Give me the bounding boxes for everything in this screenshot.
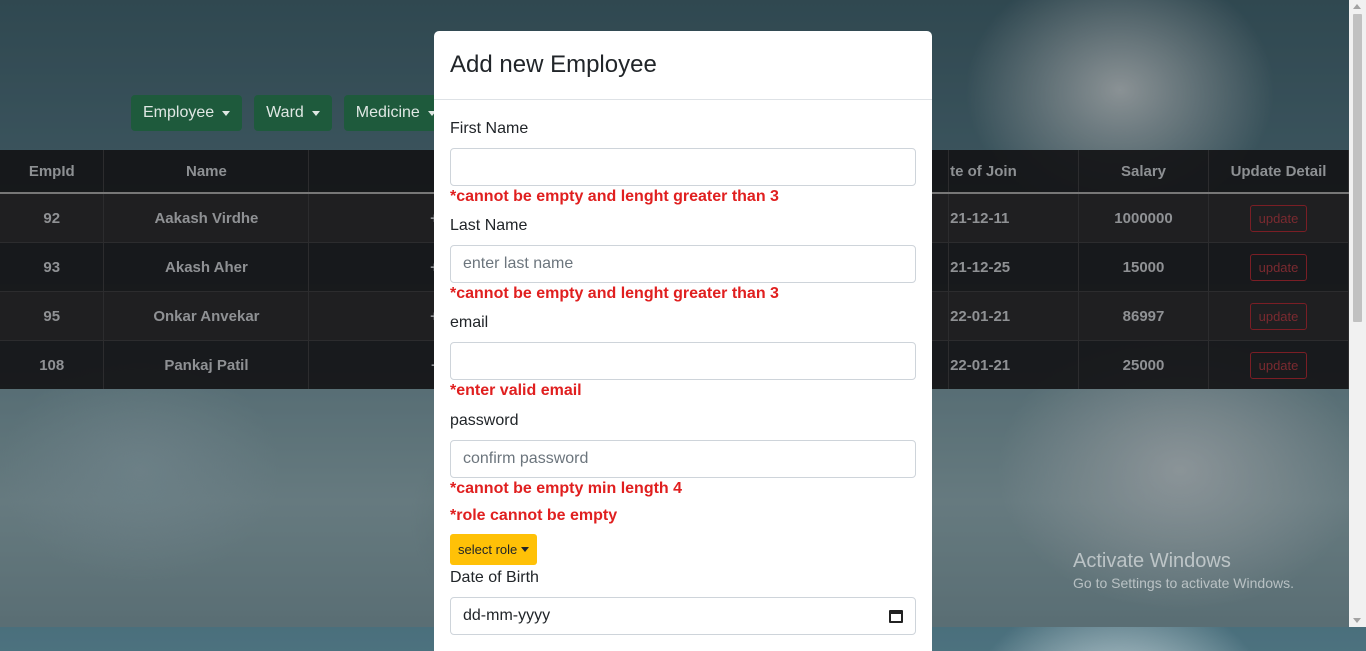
employee-dropdown-button[interactable]: Employee	[131, 95, 243, 131]
modal-title: Add new Employee	[450, 51, 657, 78]
email-label: email	[450, 314, 489, 331]
select-role-label: select role	[458, 542, 518, 557]
cell-name: Onkar Anvekar	[103, 291, 310, 341]
cell-name: Aakash Virdhe	[103, 192, 310, 243]
cell-date-of-join: 22-01-21	[948, 340, 1080, 389]
cell-salary: 25000	[1078, 340, 1209, 389]
role-error: *role cannot be empty	[450, 507, 618, 524]
employee-dropdown-label: Employee	[143, 104, 215, 121]
date-of-birth-input[interactable]: dd-mm-yyyy	[450, 597, 916, 635]
medicine-dropdown-label: Medicine	[355, 104, 420, 121]
password-label: password	[450, 412, 519, 429]
header-date-of-join: te of Join	[948, 150, 1080, 194]
cell-salary: 86997	[1078, 291, 1209, 341]
last-name-input[interactable]	[450, 245, 916, 283]
cell-date-of-join: 21-12-25	[948, 242, 1080, 292]
windows-activation-watermark: Activate Windows Go to Settings to activ…	[1073, 550, 1294, 591]
cell-update: update	[1208, 192, 1350, 243]
medicine-dropdown-button[interactable]: Medicine	[343, 95, 448, 131]
scrollbar-thumb[interactable]	[1353, 14, 1362, 322]
scroll-down-arrow-icon[interactable]	[1353, 618, 1361, 623]
header-update-detail: Update Detail	[1208, 150, 1350, 194]
cell-update: update	[1208, 291, 1350, 341]
chevron-down-icon	[521, 547, 530, 552]
cell-empid: 108	[0, 340, 105, 389]
first-name-error: *cannot be empty and lenght greater than…	[450, 188, 779, 205]
update-button[interactable]: update	[1249, 351, 1308, 379]
navbar: Employee Ward Medicine	[131, 95, 448, 131]
chevron-down-icon	[222, 110, 231, 116]
last-name-label: Last Name	[450, 217, 528, 234]
header-empid: EmpId	[0, 150, 105, 194]
add-employee-modal: Add new Employee First Name *cannot be e…	[434, 31, 932, 651]
cell-date-of-join: 21-12-11	[948, 192, 1080, 243]
select-role-button[interactable]: select role	[450, 534, 538, 565]
password-error: *cannot be empty min length 4	[450, 480, 683, 497]
password-input[interactable]	[450, 440, 916, 478]
email-error: *enter valid email	[450, 382, 582, 399]
cell-salary: 1000000	[1078, 192, 1209, 243]
update-button[interactable]: update	[1249, 302, 1308, 330]
date-of-birth-label: Date of Birth	[450, 569, 539, 586]
update-button[interactable]: update	[1249, 204, 1308, 232]
email-input[interactable]	[450, 342, 916, 380]
watermark-title: Activate Windows	[1073, 550, 1231, 572]
modal-header: Add new Employee	[434, 31, 932, 100]
cell-empid: 95	[0, 291, 105, 341]
cell-update: update	[1208, 242, 1350, 292]
chevron-down-icon	[311, 110, 320, 116]
scroll-up-arrow-icon[interactable]	[1353, 4, 1361, 9]
cell-salary: 15000	[1078, 242, 1209, 292]
calendar-icon[interactable]	[889, 609, 903, 623]
ward-dropdown-button[interactable]: Ward	[254, 95, 332, 131]
last-name-error: *cannot be empty and lenght greater than…	[450, 285, 779, 302]
cell-empid: 92	[0, 192, 105, 243]
first-name-label: First Name	[450, 120, 529, 137]
ward-dropdown-label: Ward	[266, 104, 304, 121]
update-button[interactable]: update	[1249, 253, 1308, 281]
watermark-subtitle: Go to Settings to activate Windows.	[1073, 575, 1294, 591]
page-scrollbar[interactable]	[1349, 0, 1366, 627]
cell-date-of-join: 22-01-21	[948, 291, 1080, 341]
cell-empid: 93	[0, 242, 105, 292]
date-of-birth-value: dd-mm-yyyy	[463, 607, 551, 624]
first-name-input[interactable]	[450, 148, 916, 186]
cell-name: Akash Aher	[103, 242, 310, 292]
cell-name: Pankaj Patil	[103, 340, 310, 389]
header-salary: Salary	[1078, 150, 1209, 194]
header-name: Name	[103, 150, 310, 194]
cell-update: update	[1208, 340, 1350, 389]
